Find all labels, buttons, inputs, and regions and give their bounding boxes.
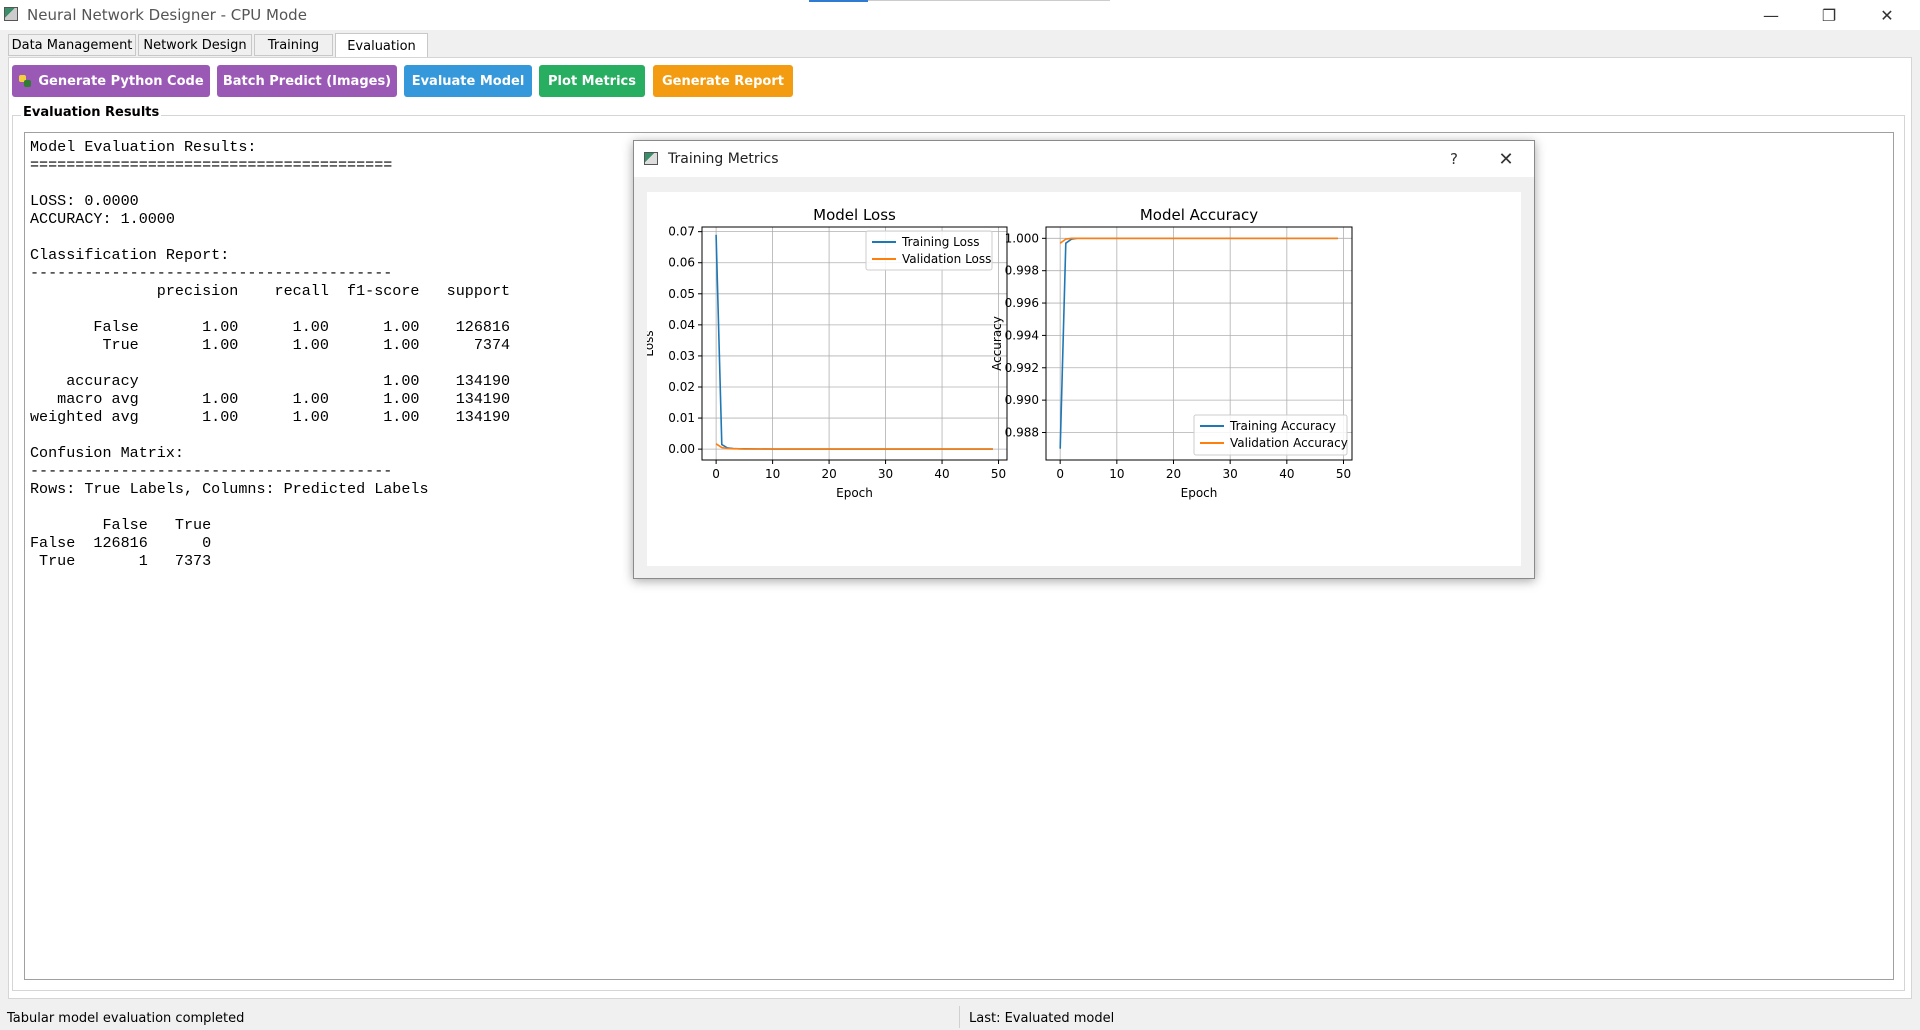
minimize-icon: —	[1763, 5, 1779, 25]
x-tick-label: 20	[1166, 467, 1181, 481]
y-tick-label: 0.994	[1005, 328, 1039, 342]
results-text: Model Evaluation Results: ==============…	[30, 138, 511, 570]
y-tick-label: 1.000	[1005, 231, 1039, 245]
y-tick-label: 0.04	[668, 318, 695, 332]
tab-data-management[interactable]: Data Management	[8, 34, 136, 56]
close-icon: ✕	[1880, 5, 1894, 25]
help-icon: ?	[1450, 150, 1458, 168]
status-divider	[959, 1006, 960, 1028]
y-tick-label: 0.03	[668, 349, 695, 363]
generate-report-label: Generate Report	[662, 73, 784, 89]
panel-scrollbar[interactable]	[1905, 62, 1915, 996]
window-titlebar: Neural Network Designer - CPU Mode — ❐ ✕	[0, 0, 1920, 30]
batch-predict-button[interactable]: Batch Predict (Images)	[217, 65, 397, 97]
series-line	[1059, 237, 1338, 244]
chart-title: Model Accuracy	[1140, 206, 1258, 224]
dialog-titlebar: Training Metrics ? ✕	[634, 141, 1534, 177]
plot-metrics-button[interactable]: Plot Metrics	[539, 65, 645, 97]
y-tick-label: 0.988	[1005, 425, 1039, 439]
x-tick-label: 20	[821, 467, 836, 481]
metrics-canvas: Model Loss 0 10 20 30 40 50 0.00 0.01 0.02 0.03 0.0…	[642, 192, 1521, 566]
status-message: Tabular model evaluation completed	[7, 1011, 245, 1026]
app-icon	[4, 7, 18, 21]
evaluate-model-label: Evaluate Model	[411, 73, 525, 89]
dialog-app-icon	[644, 152, 658, 165]
generate-python-code-button[interactable]: Generate Python Code	[12, 65, 210, 97]
close-icon: ✕	[1498, 148, 1514, 170]
batch-predict-label: Batch Predict (Images)	[222, 73, 392, 89]
chart-title: Model Loss	[813, 206, 896, 224]
y-tick-label: 0.00	[668, 442, 695, 456]
python-icon	[19, 75, 32, 87]
x-axis-label: Epoch	[836, 486, 873, 500]
legend-label: Validation Accuracy	[1230, 436, 1348, 450]
training-metrics-dialog: Training Metrics ? ✕ Model Loss 0 10 20 30 40…	[633, 140, 1535, 579]
titlebar-accent-line	[868, 0, 1110, 1]
status-last-action: Last: Evaluated model	[969, 1011, 1115, 1026]
tab-evaluation[interactable]: Evaluation	[335, 33, 428, 58]
x-tick-label: 0	[712, 467, 720, 481]
status-bar: Tabular model evaluation completed Last:…	[0, 1004, 1920, 1030]
y-tick-label: 0.02	[668, 380, 695, 394]
tab-training[interactable]: Training	[254, 34, 333, 56]
x-tick-label: 0	[1056, 467, 1064, 481]
x-tick-label: 10	[765, 467, 780, 481]
dialog-help-button[interactable]: ?	[1439, 145, 1469, 173]
y-tick-label: 0.990	[1005, 393, 1039, 407]
restore-button[interactable]: ❐	[1805, 0, 1853, 30]
y-tick-label: 0.07	[668, 225, 695, 239]
tab-network-design[interactable]: Network Design	[138, 34, 252, 56]
y-tick-label: 0.01	[668, 411, 695, 425]
close-button[interactable]: ✕	[1863, 0, 1911, 30]
x-tick-label: 50	[991, 467, 1006, 481]
legend-label: Training Accuracy	[1229, 419, 1336, 433]
y-tick-label: 0.998	[1005, 264, 1039, 278]
x-tick-label: 10	[1109, 467, 1124, 481]
metrics-charts-svg: Model Loss 0 10 20 30 40 50 0.00 0.01 0.02 0.03 0.0…	[642, 206, 1353, 500]
evaluation-results-title: Evaluation Results	[21, 105, 162, 120]
dialog-close-button[interactable]: ✕	[1491, 145, 1521, 173]
x-tick-label: 50	[1336, 467, 1351, 481]
x-tick-label: 30	[1223, 467, 1238, 481]
titlebar-accent	[809, 0, 868, 2]
generate-python-code-label: Generate Python Code	[38, 73, 204, 89]
legend-label: Training Loss	[901, 235, 979, 249]
y-axis-label: Accuracy	[990, 316, 1004, 371]
x-axis-label: Epoch	[1181, 486, 1218, 500]
y-tick-label: 0.996	[1005, 296, 1039, 310]
x-tick-label: 30	[878, 467, 893, 481]
restore-icon: ❐	[1821, 5, 1837, 25]
legend-label: Validation Loss	[902, 252, 991, 266]
y-axis-label: Loss	[647, 330, 656, 356]
series-line	[715, 443, 993, 450]
window-title: Neural Network Designer - CPU Mode	[27, 6, 307, 24]
evaluate-model-button[interactable]: Evaluate Model	[404, 65, 532, 97]
y-tick-label: 0.06	[668, 256, 695, 270]
generate-report-button[interactable]: Generate Report	[653, 65, 793, 97]
x-tick-label: 40	[1279, 467, 1294, 481]
minimize-button[interactable]: —	[1747, 0, 1795, 30]
x-tick-label: 40	[934, 467, 949, 481]
dialog-title: Training Metrics	[668, 151, 779, 167]
y-tick-label: 0.992	[1005, 361, 1039, 375]
plot-metrics-label: Plot Metrics	[548, 73, 636, 89]
y-tick-label: 0.05	[668, 287, 695, 301]
